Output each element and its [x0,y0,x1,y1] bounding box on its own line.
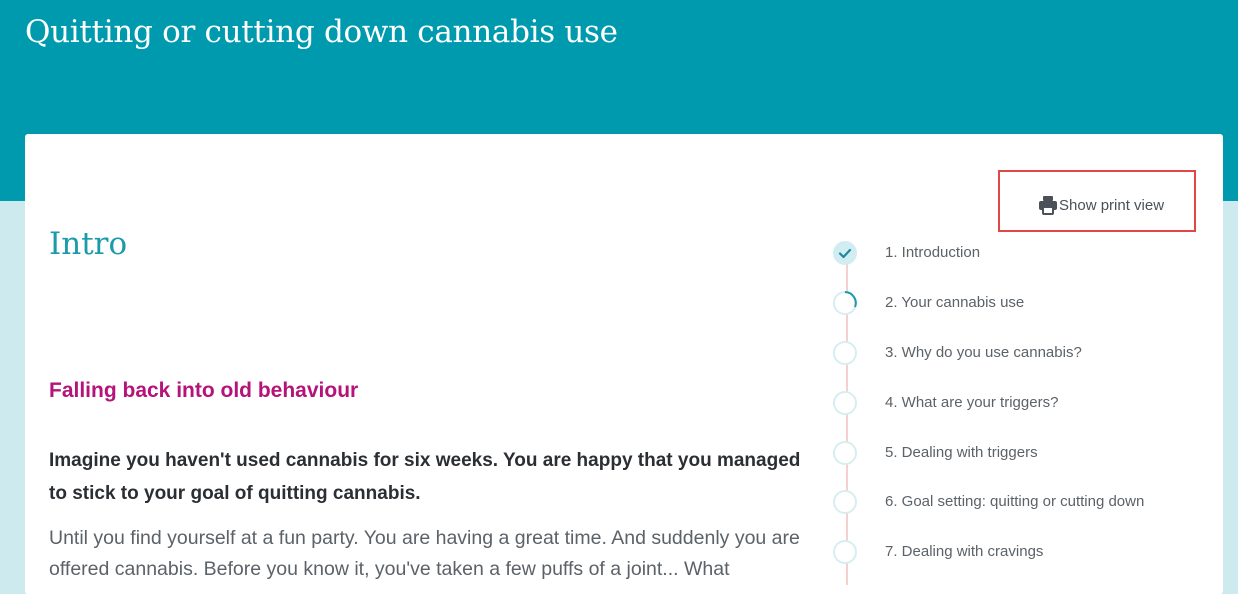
step-status-not-started [833,391,857,415]
step-dealing-with-cravings[interactable]: 7. Dealing with cravings [833,540,1213,568]
step-label: 3. Why do you use cannabis? [885,344,1082,361]
step-why-use-cannabis[interactable]: 3. Why do you use cannabis? [833,341,1213,369]
check-icon [838,248,852,259]
step-status-in-progress [833,291,857,315]
step-label: 1. Introduction [885,244,981,261]
body-paragraph: Until you find yourself at a fun party. … [49,527,800,580]
lead-paragraph: Imagine you haven't used cannabis for si… [49,450,801,504]
step-your-cannabis-use[interactable]: 2. Your cannabis use [833,291,1213,319]
step-status-completed [833,241,857,265]
step-status-not-started [833,490,857,514]
step-label: 7. Dealing with cravings [885,543,1044,560]
show-print-view-button[interactable]: Show print view [998,170,1196,232]
subsection-title: Falling back into old behaviour [49,379,359,402]
printer-icon [1038,195,1058,215]
section-heading: Intro [49,226,128,262]
progress-ring-icon [844,291,857,308]
page-title: Quitting or cutting down cannabis use [25,14,618,50]
step-introduction[interactable]: 1. Introduction [833,241,1213,269]
step-triggers[interactable]: 4. What are your triggers? [833,391,1213,419]
step-label: 6. Goal setting: quitting or cutting dow… [885,493,1145,510]
step-status-not-started [833,341,857,365]
step-label: 2. Your cannabis use [885,294,1025,311]
step-dealing-with-triggers[interactable]: 5. Dealing with triggers [833,441,1213,469]
step-goal-setting[interactable]: 6. Goal setting: quitting or cutting dow… [833,490,1213,518]
print-view-label: Show print view [1059,197,1165,214]
step-label: 4. What are your triggers? [885,394,1059,411]
step-label: 5. Dealing with triggers [885,444,1038,461]
step-status-not-started [833,441,857,465]
step-status-not-started [833,540,857,564]
